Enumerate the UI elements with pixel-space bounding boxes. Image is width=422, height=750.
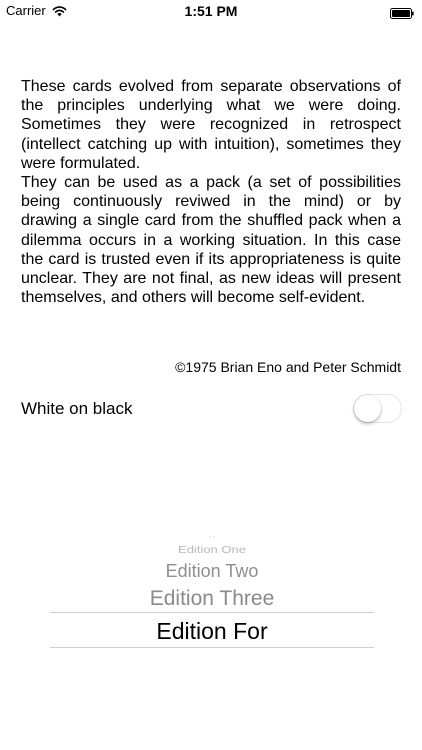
status-bar: Carrier 1:51 PM (0, 0, 422, 22)
toggle-knob (354, 395, 381, 422)
battery-icon (390, 6, 414, 19)
picker-item-hidden: ·· (208, 530, 216, 538)
picker-item[interactable]: Edition Three (50, 586, 374, 611)
picker-item[interactable]: Edition Two (50, 560, 374, 582)
intro-paragraph: These cards evolved from separate observ… (21, 78, 401, 172)
white-on-black-toggle[interactable] (353, 394, 402, 423)
picker-selected-item[interactable]: Edition For (50, 617, 374, 645)
intro-paragraph: They can be used as a pack (a set of pos… (21, 174, 401, 307)
picker-item[interactable]: Edition One (50, 544, 374, 556)
white-on-black-setting: White on black (21, 394, 402, 425)
copyright-notice: ©1975 Brian Eno and Peter Schmidt (175, 359, 401, 375)
picker-selection-divider (50, 647, 374, 648)
edition-picker[interactable]: ·· Edition One Edition Two Edition Three… (50, 530, 374, 660)
status-time: 1:51 PM (184, 3, 238, 19)
picker-selection-divider (50, 612, 374, 613)
setting-label: White on black (21, 399, 133, 418)
intro-text: These cards evolved from separate observ… (21, 77, 401, 307)
